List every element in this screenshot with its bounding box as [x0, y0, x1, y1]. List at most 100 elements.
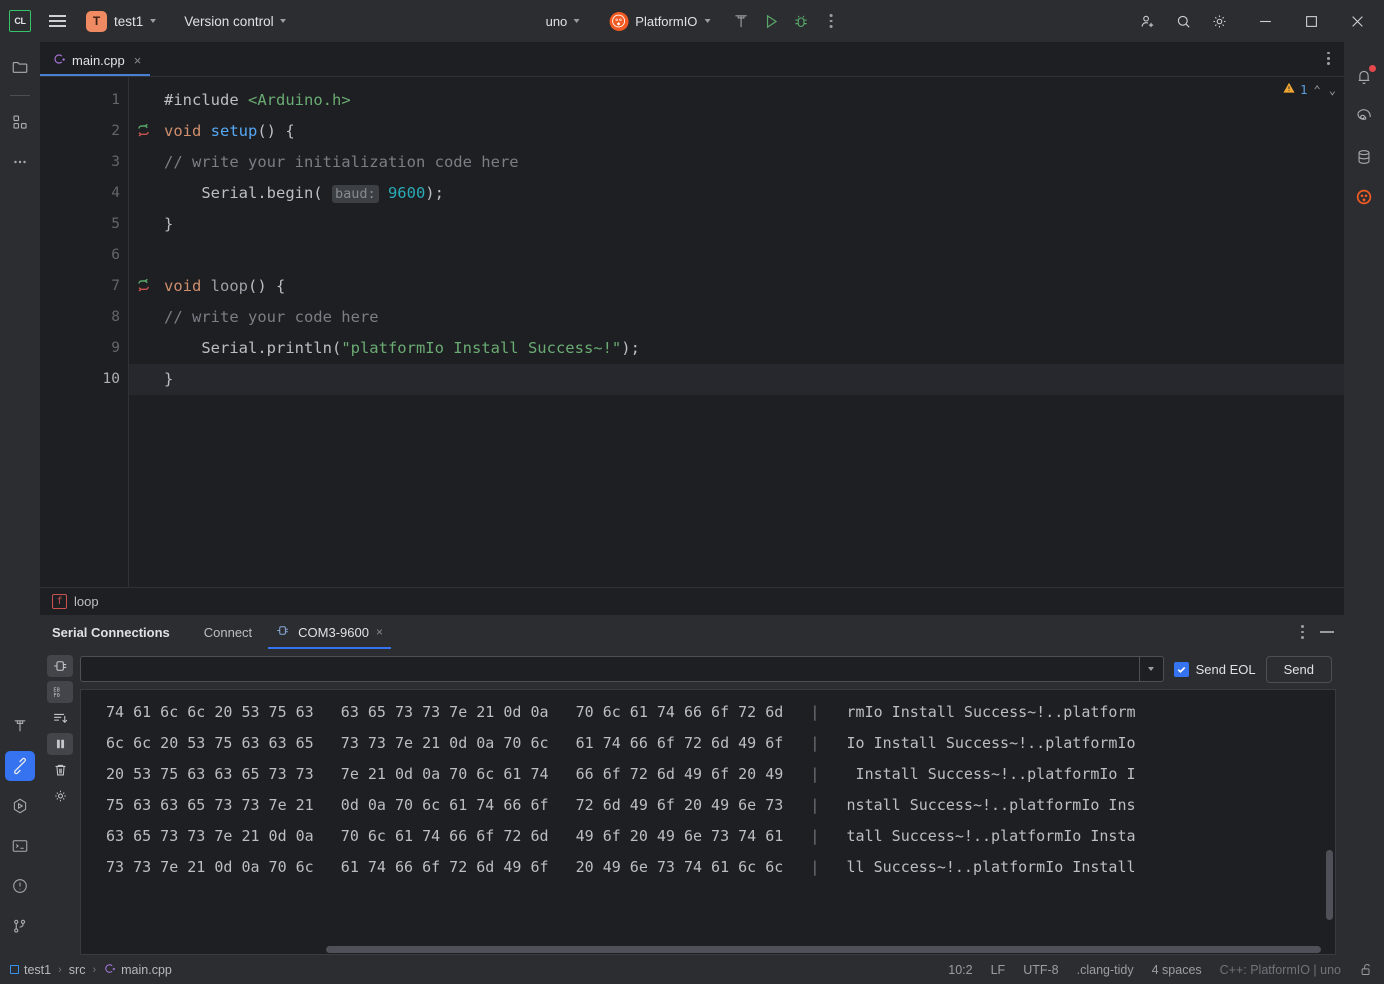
serial-hex-output[interactable]: 74 61 6c 6c 20 53 75 63 63 65 73 73 7e 2…: [80, 689, 1336, 955]
send-button[interactable]: Send: [1265, 655, 1332, 683]
editor-tab-bar: main.cpp ×: [40, 42, 1344, 76]
main-menu-button[interactable]: [40, 4, 74, 38]
line-number: 4: [111, 185, 120, 201]
serial-command-input[interactable]: [81, 661, 1139, 677]
settings-icon[interactable]: [47, 785, 73, 807]
main-body: main.cpp × 1 2 3 4 5 6 7 8 9 10 #include…: [0, 42, 1384, 955]
window-close-button[interactable]: [1334, 0, 1380, 42]
unlocked-icon[interactable]: [1359, 962, 1374, 977]
code-line: Serial.begin( baud: 9600);: [164, 184, 444, 203]
code-text-area[interactable]: #include <Arduino.h> void setup() { // w…: [128, 77, 1344, 587]
sidebar-item-terminal[interactable]: [5, 831, 35, 861]
line-number: 8: [111, 309, 120, 325]
panel-header: Serial Connections Connect COM3-9600 ×: [40, 615, 1344, 649]
serial-connections-panel: Serial Connections Connect COM3-9600 × E…: [40, 615, 1344, 955]
connect-icon[interactable]: [47, 655, 73, 677]
editor-tab-options-icon[interactable]: [1321, 48, 1336, 69]
scroll-to-end-icon[interactable]: [47, 707, 73, 729]
breadcrumb-label[interactable]: loop: [74, 594, 99, 609]
hex-row: 75 63 63 65 73 73 7e 21 0d 0a 70 6c 61 7…: [106, 796, 1136, 814]
sidebar-item-problems[interactable]: [5, 871, 35, 901]
chevron-down-icon: [150, 19, 157, 23]
line-number: 3: [111, 154, 120, 170]
sidebar-item-structure[interactable]: [5, 107, 35, 137]
line-number: 5: [111, 216, 120, 232]
debug-icon[interactable]: [786, 6, 816, 36]
notifications-icon[interactable]: [1349, 62, 1379, 92]
line-separator[interactable]: LF: [991, 963, 1006, 977]
caret-position[interactable]: 10:2: [948, 963, 972, 977]
more-vertical-icon[interactable]: [816, 6, 846, 36]
build-icon[interactable]: [726, 6, 756, 36]
breadcrumb: f loop: [40, 587, 1344, 615]
code-line: void setup() {: [164, 122, 295, 140]
toolchain-widget[interactable]: C++: PlatformIO | uno: [1220, 963, 1341, 977]
code-line: }: [129, 364, 1344, 395]
hex-row: 20 53 75 63 63 65 73 73 7e 21 0d 0a 70 6…: [106, 765, 1136, 783]
history-dropdown-icon[interactable]: [1138, 657, 1163, 681]
window-maximize-button[interactable]: [1288, 0, 1334, 42]
sidebar-item-more-tool-windows[interactable]: [5, 147, 35, 177]
editor-tab-label: main.cpp: [72, 52, 125, 68]
sidebar-item-project[interactable]: [5, 52, 35, 82]
file-encoding[interactable]: UTF-8: [1023, 963, 1058, 977]
close-icon[interactable]: ×: [134, 53, 142, 68]
clear-icon[interactable]: [47, 759, 73, 781]
scrollbar-thumb[interactable]: [326, 946, 1321, 953]
platformio-selector[interactable]: PlatformIO: [601, 8, 718, 35]
rail-divider: [10, 95, 30, 96]
panel-tab-label: COM3-9600: [298, 624, 369, 640]
warning-count: 1: [1300, 82, 1308, 97]
hex-vertical-scrollbar[interactable]: [1324, 690, 1335, 945]
sidebar-item-version-control[interactable]: [5, 911, 35, 941]
project-widget[interactable]: T test1: [82, 8, 163, 35]
sidebar-item-platformio[interactable]: [5, 751, 35, 781]
close-icon[interactable]: ×: [376, 625, 383, 639]
inspection-widget[interactable]: 1 ⌃ ⌄: [1282, 81, 1338, 98]
send-eol-checkbox[interactable]: Send EOL: [1173, 661, 1256, 677]
run-configuration-selector[interactable]: uno: [538, 10, 588, 33]
run-configuration-label: uno: [545, 13, 568, 29]
title-bar-center: uno PlatformIO: [538, 6, 847, 36]
platformio-icon[interactable]: [1349, 182, 1379, 212]
inspection-profile[interactable]: .clang-tidy: [1077, 963, 1134, 977]
code-line: void loop() {: [164, 277, 286, 295]
code-line: Serial.println("platformIo Install Succe…: [164, 339, 640, 357]
database-icon[interactable]: [1349, 142, 1379, 172]
hex-horizontal-scrollbar[interactable]: [81, 945, 1323, 954]
editor-tab-main-cpp[interactable]: main.cpp ×: [40, 44, 151, 76]
panel-options-icon[interactable]: [1295, 621, 1310, 642]
ai-assistant-icon[interactable]: [1349, 102, 1379, 132]
sidebar-item-build[interactable]: [5, 711, 35, 741]
account-add-icon[interactable]: [1132, 6, 1162, 36]
breadcrumb-separator: ›: [58, 963, 62, 976]
notification-badge: [1369, 65, 1376, 72]
panel-minimize-icon[interactable]: [1320, 630, 1334, 633]
gear-icon[interactable]: [1204, 6, 1234, 36]
project-name: test1: [114, 13, 144, 29]
indent-setting[interactable]: 4 spaces: [1152, 963, 1202, 977]
breadcrumb-item-project[interactable]: test1: [10, 963, 51, 977]
breadcrumb-item-src[interactable]: src: [69, 963, 86, 977]
hex-row: 73 73 7e 21 0d 0a 70 6c 61 74 66 6f 72 6…: [106, 858, 1136, 876]
chevron-down-icon[interactable]: ⌄: [1327, 83, 1338, 97]
cpp-file-icon: [103, 962, 116, 978]
window-minimize-button[interactable]: [1242, 0, 1288, 42]
version-control-widget[interactable]: Version control: [177, 11, 292, 32]
serial-command-input-wrapper[interactable]: [80, 656, 1164, 682]
pause-icon[interactable]: [47, 733, 73, 755]
code-editor[interactable]: 1 2 3 4 5 6 7 8 9 10 #include <Arduino.h…: [40, 76, 1344, 587]
serial-toolbar: EB F0: [40, 649, 80, 955]
run-icon[interactable]: [756, 6, 786, 36]
panel-tab-connect[interactable]: Connect: [192, 615, 264, 649]
scrollbar-thumb[interactable]: [1326, 850, 1333, 920]
hex-mode-icon[interactable]: EB F0: [47, 681, 73, 703]
panel-tab-com3[interactable]: COM3-9600 ×: [264, 615, 395, 649]
title-bar-right: [1132, 0, 1380, 42]
chevron-up-icon[interactable]: ⌃: [1312, 83, 1323, 97]
sidebar-item-run[interactable]: [5, 791, 35, 821]
function-badge-icon: f: [52, 594, 67, 609]
breadcrumb-item-file[interactable]: main.cpp: [103, 962, 172, 978]
search-icon[interactable]: [1168, 6, 1198, 36]
